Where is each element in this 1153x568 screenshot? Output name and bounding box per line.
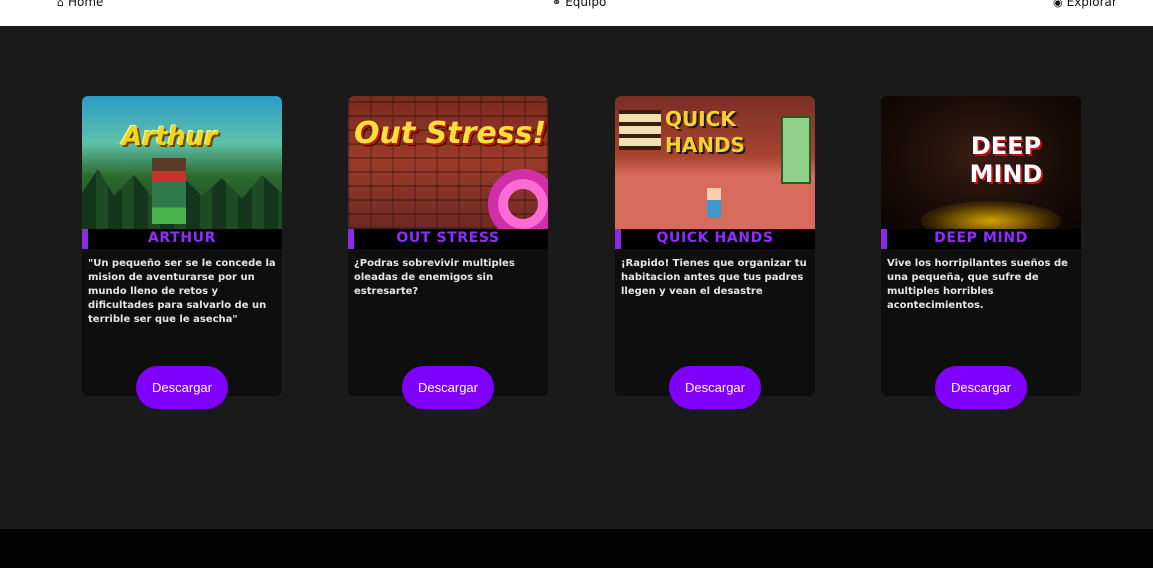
home-icon: ⌂ — [57, 0, 64, 9]
nav-explore-label: Explorar — [1066, 0, 1117, 9]
game-thumbnail-quick-hands[interactable]: QUICK HANDS — [615, 96, 815, 229]
eye-icon: ◉ — [1053, 0, 1063, 9]
card-description: Vive los horripilantes sueños de una peq… — [887, 258, 1068, 311]
card-image-wrap: DEEP MIND — [881, 96, 1081, 229]
character-sprite — [707, 188, 721, 218]
game-logo-quick-hands: QUICK HANDS — [665, 107, 745, 157]
page-footer — [0, 529, 1153, 568]
games-section: Arthur ARTHUR "Un pequeño ser se le conc… — [0, 26, 1153, 529]
game-thumbnail-arthur[interactable]: Arthur — [82, 96, 282, 229]
bookshelf-decoration — [619, 110, 661, 150]
card-description: ¡Rapido! Tienes que organizar tu habitac… — [621, 258, 807, 297]
card-title: ARTHUR — [147, 230, 216, 246]
nav-explore-link[interactable]: ◉ Explorar — [1053, 0, 1117, 9]
game-card-quick-hands: QUICK HANDS QUICK HANDS ¡Rapido! Tienes … — [615, 96, 815, 409]
download-button[interactable]: Descargar — [935, 366, 1027, 409]
game-logo-out-stress: Out Stress! — [354, 116, 547, 151]
light-glow-decoration — [921, 201, 1061, 229]
card-image-wrap: QUICK HANDS — [615, 96, 815, 229]
game-thumbnail-out-stress[interactable]: Out Stress! — [348, 96, 548, 229]
game-logo-deep-mind: DEEP MIND — [969, 132, 1043, 188]
card-title-bar: DEEP MIND — [881, 229, 1081, 249]
card-description: ¿Podras sobrevivir multiples oleadas de … — [354, 258, 515, 297]
card-title-bar: OUT STRESS — [348, 229, 548, 249]
card-image-wrap: Arthur — [82, 96, 282, 229]
card-title: QUICK HANDS — [656, 230, 774, 246]
card-title: DEEP MIND — [934, 230, 1028, 246]
nav-team-link[interactable]: ⚭ Equipo — [552, 0, 606, 9]
game-logo-arthur: Arthur — [122, 122, 218, 152]
download-button[interactable]: Descargar — [669, 366, 761, 409]
card-title: OUT STRESS — [396, 230, 500, 246]
nav-team-label: Equipo — [565, 0, 607, 9]
card-image-wrap: Out Stress! — [348, 96, 548, 229]
top-navbar: ⌂ Home ⚭ Equipo ◉ Explorar — [0, 0, 1153, 26]
card-description: "Un pequeño ser se le concede la mision … — [88, 258, 276, 325]
game-card-deep-mind: DEEP MIND DEEP MIND Vive los horripilant… — [881, 96, 1081, 409]
download-button[interactable]: Descargar — [402, 366, 494, 409]
game-thumbnail-deep-mind[interactable]: DEEP MIND — [881, 96, 1081, 229]
nav-home-link[interactable]: ⌂ Home — [57, 0, 103, 9]
character-sprite — [152, 158, 186, 224]
card-title-bar: QUICK HANDS — [615, 229, 815, 249]
game-card-out-stress: Out Stress! OUT STRESS ¿Podras sobrevivi… — [348, 96, 548, 409]
globe-icon: ⚭ — [552, 0, 562, 9]
download-button[interactable]: Descargar — [136, 366, 228, 409]
game-card-arthur: Arthur ARTHUR "Un pequeño ser se le conc… — [82, 96, 282, 409]
card-title-bar: ARTHUR — [82, 229, 282, 249]
nav-home-label: Home — [67, 0, 104, 9]
